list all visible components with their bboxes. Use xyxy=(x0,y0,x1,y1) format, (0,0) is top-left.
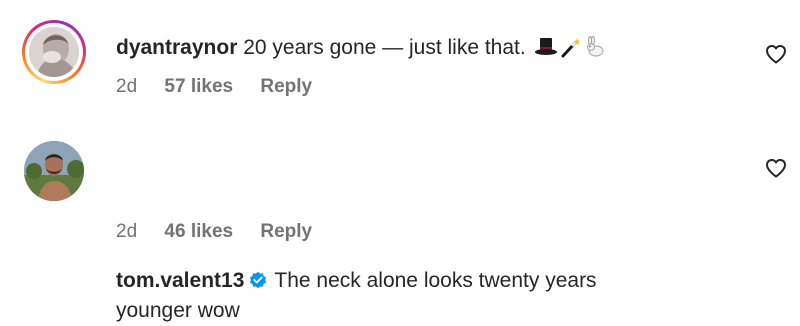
rabbit-icon xyxy=(584,36,606,67)
comment-text: 20 years gone — just like that. xyxy=(243,36,526,59)
like-heart-icon[interactable] xyxy=(764,42,788,66)
comment-item: tom.valent13 The neck alone looks twenty… xyxy=(0,120,800,322)
comment-username[interactable]: dyantraynor xyxy=(116,36,237,59)
avatar-image xyxy=(29,27,79,77)
avatar-image xyxy=(24,141,84,201)
comment-body: dyantraynor 20 years gone — just like th… xyxy=(116,33,716,67)
avatar[interactable] xyxy=(24,141,84,201)
comment-text-continued: younger wow xyxy=(116,299,240,322)
comment-likes-count[interactable]: 57 likes xyxy=(164,76,233,97)
comment-meta: 2d 57 likes Reply xyxy=(116,76,334,98)
comment-item: dyantraynor 20 years gone — just like th… xyxy=(0,0,800,120)
comment-body: tom.valent13 The neck alone looks twenty… xyxy=(116,266,716,326)
comment-text: The neck alone looks twenty years xyxy=(274,269,597,292)
magic-wand-icon xyxy=(560,36,582,67)
avatar-photo xyxy=(24,141,84,201)
like-heart-icon[interactable] xyxy=(764,156,788,180)
comment-timestamp[interactable]: 2d xyxy=(116,221,137,242)
reply-button[interactable]: Reply xyxy=(260,76,312,97)
avatar-photo xyxy=(29,27,79,77)
comment-username[interactable]: tom.valent13 xyxy=(116,269,244,292)
reply-button[interactable]: Reply xyxy=(260,221,312,242)
comment-likes-count[interactable]: 46 likes xyxy=(164,221,233,242)
verified-badge-icon xyxy=(248,269,268,289)
avatar[interactable] xyxy=(22,20,86,84)
comment-meta: 2d 46 likes Reply xyxy=(116,221,334,243)
comment-timestamp[interactable]: 2d xyxy=(116,76,137,97)
top-hat-icon xyxy=(534,36,558,67)
